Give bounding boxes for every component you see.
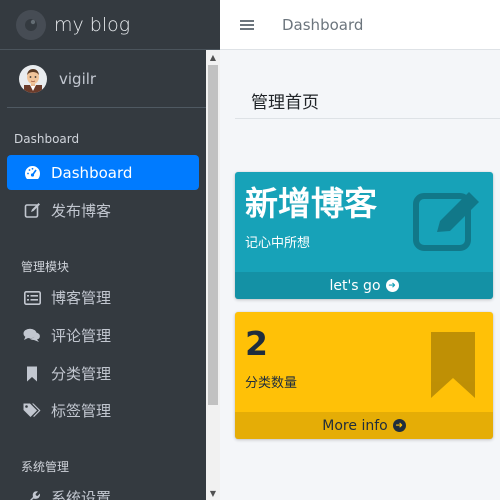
arrow-circle-right-icon: ➜ bbox=[385, 279, 399, 292]
avatar bbox=[19, 64, 47, 93]
menu-toggle-icon[interactable] bbox=[240, 18, 254, 32]
small-box-new-blog: 新增博客 记心中所想 let's go ➜ bbox=[235, 172, 493, 299]
small-box-footer-link[interactable]: let's go ➜ bbox=[235, 272, 493, 299]
user-name: vigilr bbox=[59, 69, 97, 88]
sidebar-item-label: 发布博客 bbox=[51, 202, 112, 220]
edit-icon bbox=[23, 202, 41, 220]
sidebar-item-dashboard[interactable]: Dashboard bbox=[7, 155, 199, 190]
sidebar-item-label: Dashboard bbox=[51, 163, 133, 182]
arrow-circle-right-icon: ➜ bbox=[392, 419, 406, 432]
sidebar-item-label: 博客管理 bbox=[51, 289, 112, 307]
page-title: 管理首页 bbox=[251, 93, 319, 113]
brand-name: my blog bbox=[54, 13, 131, 36]
bookmark-icon bbox=[431, 332, 475, 402]
small-box-category-count: 2 分类数量 More info ➜ bbox=[235, 312, 493, 439]
sidebar-item-label: 分类管理 bbox=[51, 365, 112, 383]
edit-icon bbox=[413, 186, 485, 256]
user-panel[interactable]: vigilr bbox=[7, 50, 213, 108]
nav-header-system: 系统管理 bbox=[21, 460, 70, 474]
scrollbar-thumb[interactable] bbox=[208, 65, 218, 405]
sidebar-item-tags[interactable]: 标签管理 bbox=[7, 393, 199, 428]
nav-header-dashboard: Dashboard bbox=[14, 132, 80, 146]
content-header: 管理首页 bbox=[235, 50, 500, 119]
top-navbar: Dashboard bbox=[220, 0, 500, 50]
sidebar-item-publish[interactable]: 发布博客 bbox=[7, 193, 199, 228]
scroll-down-arrow-icon[interactable]: ▼ bbox=[206, 486, 220, 500]
bookmark-icon bbox=[23, 365, 41, 383]
topbar-dashboard-link[interactable]: Dashboard bbox=[282, 16, 363, 34]
brand-logo-icon bbox=[16, 9, 46, 40]
main-sidebar: my blog vigilr Dashboard Dashboard 发布博客 … bbox=[0, 0, 220, 500]
content-wrapper: 管理首页 新增博客 记心中所想 let's go ➜ 2 分类数量 More i… bbox=[220, 50, 500, 500]
wrench-icon bbox=[23, 489, 41, 500]
tachometer-icon bbox=[23, 164, 41, 182]
sidebar-item-settings[interactable]: 系统设置 bbox=[7, 480, 199, 500]
sidebar-item-label: 系统设置 bbox=[51, 489, 112, 500]
sidebar-item-categories[interactable]: 分类管理 bbox=[7, 356, 199, 391]
sidebar-item-blogs[interactable]: 博客管理 bbox=[7, 280, 199, 315]
nav-header-modules: 管理模块 bbox=[21, 260, 70, 274]
sidebar-item-label: 标签管理 bbox=[51, 402, 112, 420]
comments-icon bbox=[23, 327, 41, 345]
sidebar-scrollbar[interactable]: ▲ ▼ bbox=[206, 50, 220, 500]
sidebar-item-comments[interactable]: 评论管理 bbox=[7, 318, 199, 353]
list-icon bbox=[23, 289, 41, 307]
brand-link[interactable]: my blog bbox=[0, 0, 220, 50]
small-box-footer-link[interactable]: More info ➜ bbox=[235, 412, 493, 439]
tags-icon bbox=[23, 402, 41, 420]
scroll-up-arrow-icon[interactable]: ▲ bbox=[206, 50, 220, 64]
sidebar-item-label: 评论管理 bbox=[51, 327, 112, 345]
